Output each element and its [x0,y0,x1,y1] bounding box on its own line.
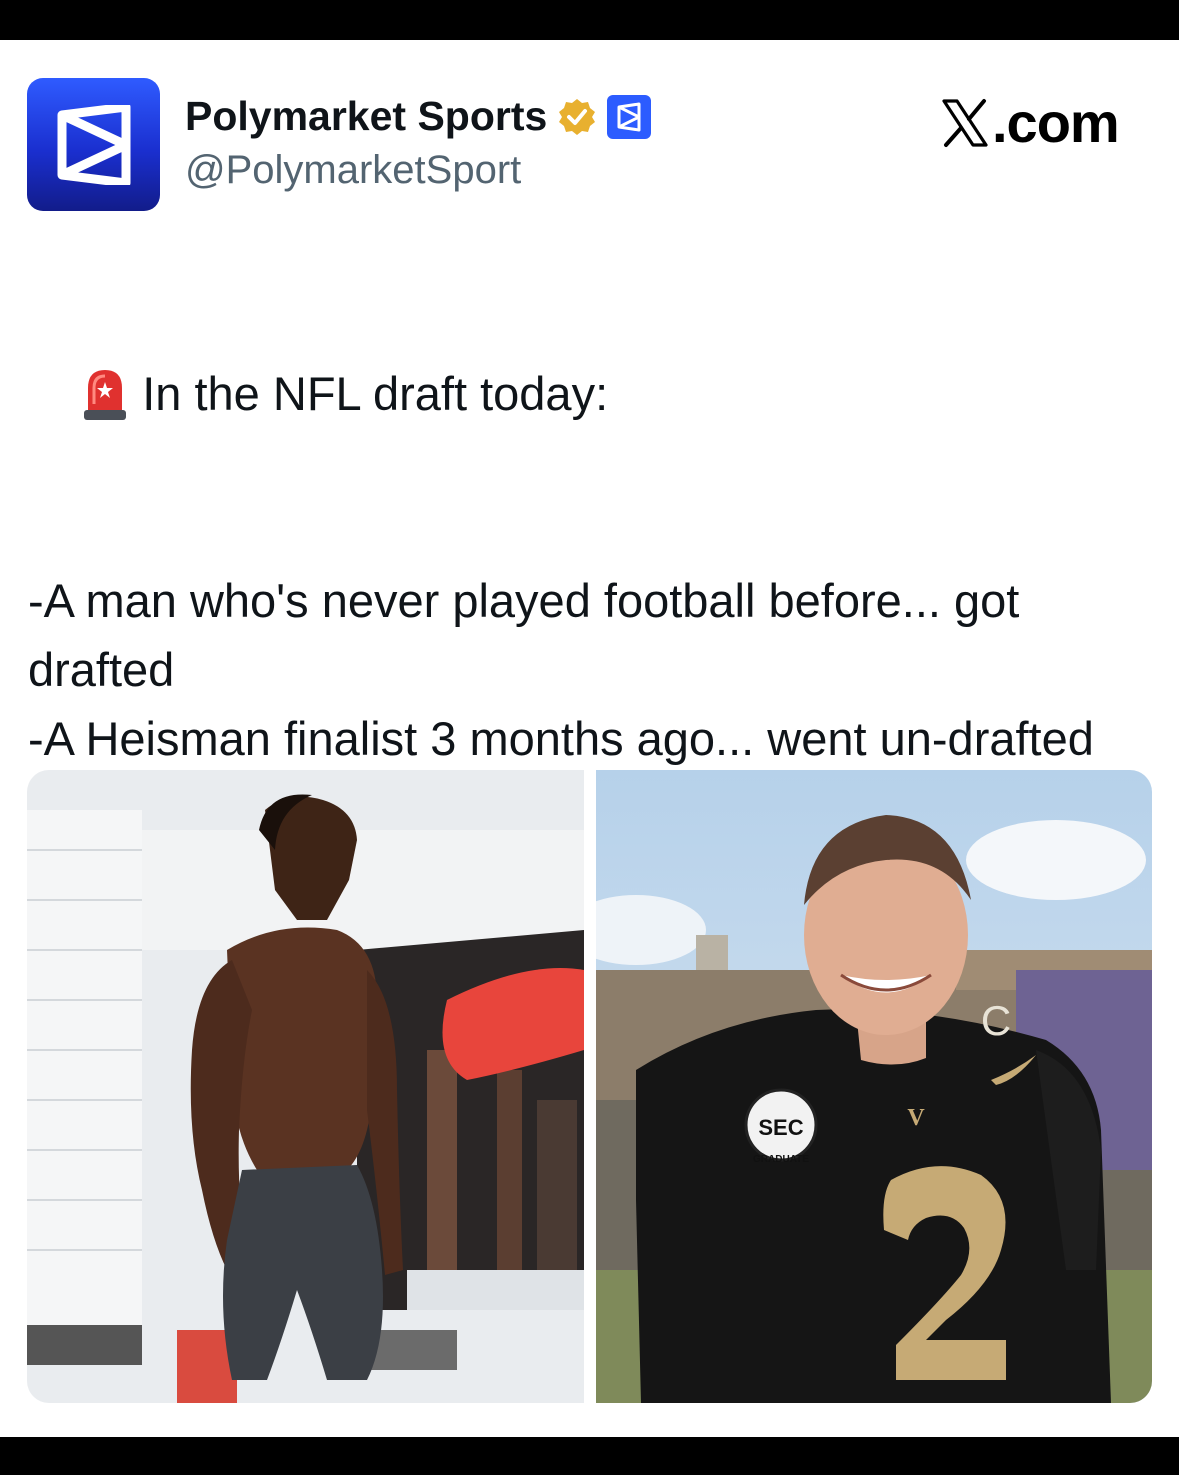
top-black-bar [0,0,1179,40]
tweet-text: In the NFL draft today: -A man who's nev… [28,290,1148,773]
sec-patch-subtext: GRADUATE [753,1154,809,1165]
display-name[interactable]: Polymarket Sports [185,93,547,140]
avatar[interactable] [27,78,160,211]
x-logo-icon [942,98,988,147]
account-name-row[interactable]: Polymarket Sports [185,93,652,140]
org-affiliation-icon[interactable] [607,94,652,139]
tweet-line-1: -A man who's never played football befor… [28,574,1033,696]
photo-football-player-number-2[interactable]: SEC GRADUATE V C 2 [595,770,1152,1403]
siren-icon [84,370,127,420]
polymarket-logo-icon [57,104,130,185]
site-label: .com [992,91,1120,154]
tweet-line-2: -A Heisman finalist 3 months ago... went… [28,712,1094,765]
tweet-spacer [28,497,1148,566]
account-handle[interactable]: @PolymarketSport [185,148,521,193]
verified-badge-icon [559,98,596,135]
jersey-letter-v: V [907,1105,925,1131]
captain-letter-c: C [980,997,1010,1044]
sec-patch-text: SEC [758,1115,803,1140]
site-badge: .com [940,90,1120,155]
tweet-headline: In the NFL draft today: [142,367,609,420]
bottom-black-bar [0,1437,1179,1475]
photo-shirtless-athlete[interactable] [27,770,584,1403]
tweet-headline-line: In the NFL draft today: [28,290,1148,497]
media-grid[interactable]: SEC GRADUATE V C 2 [27,770,1152,1403]
